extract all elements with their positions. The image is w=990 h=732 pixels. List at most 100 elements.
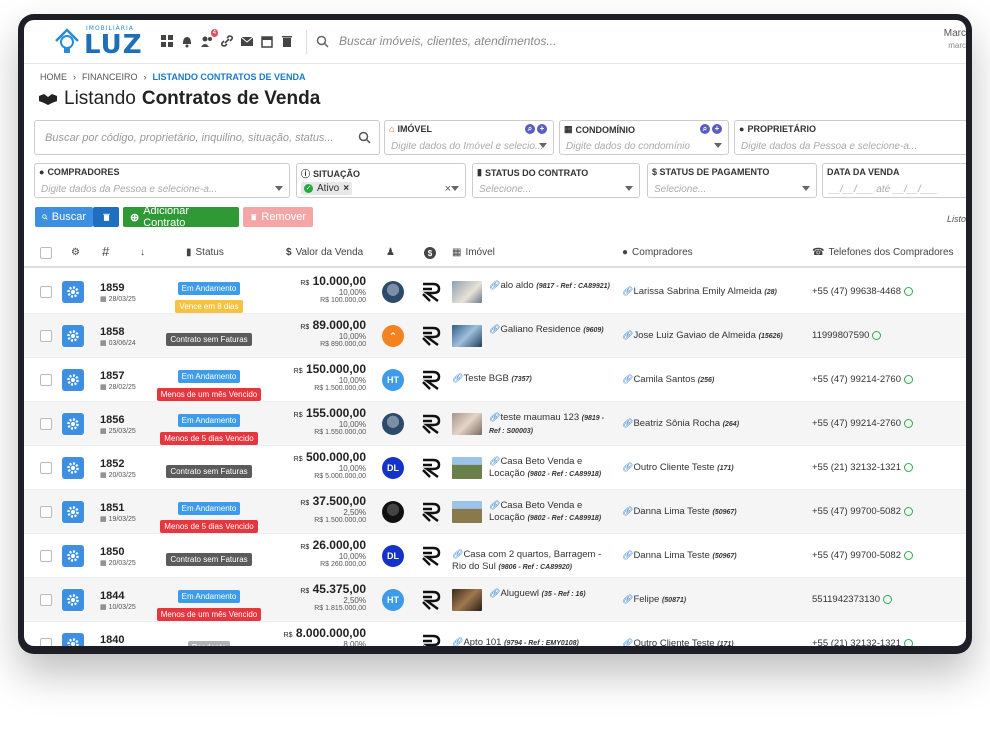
calendar-icon[interactable] xyxy=(260,34,274,48)
property-name[interactable]: teste maumau 123 xyxy=(500,412,579,423)
dashboard-icon[interactable] xyxy=(160,34,174,48)
row-settings-button[interactable] xyxy=(62,325,84,347)
contract-id[interactable]: 1857 xyxy=(100,370,136,382)
clear-filters-button[interactable] xyxy=(93,207,119,227)
property-name[interactable]: Apto 101 xyxy=(463,637,501,646)
search-icon[interactable]: ⌕ xyxy=(525,124,535,134)
agent-avatar[interactable]: DL xyxy=(382,457,404,479)
remove-button[interactable]: Remover xyxy=(243,207,313,227)
buyer-phone[interactable]: +55 (21) 32132-1321 xyxy=(812,638,901,646)
column-compradores[interactable]: Compradores xyxy=(632,247,693,258)
row-checkbox[interactable] xyxy=(40,286,52,298)
row-checkbox[interactable] xyxy=(40,330,52,342)
buyer-phone[interactable]: 11999807590 xyxy=(812,330,869,341)
trash-icon[interactable] xyxy=(280,34,294,48)
property-name[interactable]: Aluguewl xyxy=(500,588,539,599)
plus-icon[interactable]: + xyxy=(537,124,547,134)
whatsapp-icon[interactable] xyxy=(904,551,914,560)
search-icon[interactable]: ⌕ xyxy=(700,124,710,134)
table-row[interactable]: 1851 ▦ 19/03/25 Em Andamento Menos de 5 … xyxy=(24,490,966,534)
row-checkbox[interactable] xyxy=(40,418,52,430)
chevron-down-icon[interactable] xyxy=(539,143,547,148)
row-checkbox[interactable] xyxy=(40,550,52,562)
chevron-down-icon[interactable] xyxy=(625,186,633,191)
buyer-name[interactable]: Outro Cliente Teste xyxy=(633,462,714,473)
table-row[interactable]: 1844 ▦ 10/03/25 Em Andamento Menos de um… xyxy=(24,578,966,622)
whatsapp-icon[interactable] xyxy=(904,287,914,296)
row-settings-button[interactable] xyxy=(62,369,84,391)
property-name[interactable]: Galiano Residence xyxy=(500,324,580,335)
property-thumbnail[interactable] xyxy=(452,501,482,523)
chevron-down-icon[interactable] xyxy=(802,186,810,191)
column-telefones[interactable]: Telefones dos Compradores xyxy=(828,247,953,258)
bell-icon[interactable] xyxy=(180,34,194,48)
property-thumbnail[interactable] xyxy=(452,413,482,435)
whatsapp-icon[interactable] xyxy=(904,507,914,516)
imovel-filter[interactable]: ⌂ IMÓVEL ⌕ + Digite dados do Imóvel e sele… xyxy=(384,120,554,155)
property-thumbnail[interactable] xyxy=(452,325,482,347)
whatsapp-icon[interactable] xyxy=(904,463,914,472)
buyer-name[interactable]: Danna Lima Teste xyxy=(633,550,709,561)
buyer-phone[interactable]: +55 (47) 99214-2760 xyxy=(812,418,901,429)
column-imovel[interactable]: Imóvel xyxy=(465,247,494,258)
sort-icon[interactable]: ↓ xyxy=(140,247,145,258)
close-icon[interactable]: × xyxy=(343,183,349,194)
property-thumbnail[interactable] xyxy=(452,281,482,303)
logo[interactable]: IMOBILIÁRIA LUZ xyxy=(48,24,142,60)
column-status[interactable]: Status xyxy=(196,247,224,258)
table-row[interactable]: 1859 ▦ 28/03/25 Em Andamento Vence em 8 … xyxy=(24,270,966,314)
breadcrumb-financeiro[interactable]: FINANCEIRO xyxy=(82,72,138,82)
global-search[interactable]: Buscar imóveis, clientes, atendimentos..… xyxy=(316,34,556,48)
row-checkbox[interactable] xyxy=(40,462,52,474)
agent-avatar[interactable]: HT xyxy=(382,369,404,391)
agent-avatar[interactable]: HT xyxy=(382,589,404,611)
row-settings-button[interactable] xyxy=(62,545,84,567)
property-thumbnail[interactable] xyxy=(452,457,482,479)
plus-icon[interactable]: + xyxy=(712,124,722,134)
users-icon[interactable]: 4 xyxy=(200,29,218,48)
row-checkbox[interactable] xyxy=(40,506,52,518)
agent-avatar[interactable] xyxy=(382,501,404,523)
main-search-input[interactable]: Buscar por código, proprietário, inquili… xyxy=(34,120,380,155)
condominio-filter[interactable]: ▦ CONDOMÍNIO ⌕ + Digite dados do condomíni… xyxy=(559,120,729,155)
buyer-phone[interactable]: +55 (21) 32132-1321 xyxy=(812,462,901,473)
row-checkbox[interactable] xyxy=(40,374,52,386)
row-settings-button[interactable] xyxy=(62,501,84,523)
row-settings-button[interactable] xyxy=(62,589,84,611)
contract-id[interactable]: 1850 xyxy=(100,546,136,558)
row-settings-button[interactable] xyxy=(62,281,84,303)
search-icon[interactable] xyxy=(358,131,371,144)
buyer-phone[interactable]: +55 (47) 99638-4468 xyxy=(812,286,901,297)
buyer-phone[interactable]: 5511942373130 xyxy=(812,594,880,605)
contract-id[interactable]: 1859 xyxy=(100,282,136,294)
contract-id[interactable]: 1852 xyxy=(100,458,136,470)
buyer-name[interactable]: Felipe xyxy=(633,594,659,605)
buyer-phone[interactable]: +55 (47) 99700-5082 xyxy=(812,550,901,561)
whatsapp-icon[interactable] xyxy=(882,595,892,604)
buyer-name[interactable]: Jose Luiz Gaviao de Almeida xyxy=(633,330,756,341)
situacao-chip[interactable]: ✓ Ativo × xyxy=(301,182,353,195)
agent-avatar[interactable] xyxy=(382,413,404,435)
data-venda-filter[interactable]: DATA DA VENDA __/__/___ até __/__/___ xyxy=(822,163,966,198)
property-thumbnail[interactable] xyxy=(452,589,482,611)
agent-avatar[interactable]: ⌃ xyxy=(382,325,404,347)
breadcrumb-home[interactable]: HOME xyxy=(40,72,67,82)
contract-id[interactable]: 1851 xyxy=(100,502,136,514)
agent-avatar[interactable] xyxy=(382,281,404,303)
table-row[interactable]: 1858 ▦ 03/06/24 Contrato sem Faturas R$ … xyxy=(24,314,966,358)
row-settings-button[interactable] xyxy=(62,633,84,646)
property-name[interactable]: Teste BGB xyxy=(463,373,508,384)
status-contrato-filter[interactable]: ▮ STATUS DO CONTRATO Selecione... xyxy=(472,163,640,198)
whatsapp-icon[interactable] xyxy=(872,331,882,340)
chevron-down-icon[interactable] xyxy=(714,143,722,148)
whatsapp-icon[interactable] xyxy=(904,419,914,428)
select-all-checkbox[interactable] xyxy=(40,247,52,259)
agent-avatar[interactable]: DL xyxy=(382,545,404,567)
user-menu[interactable]: Marc marc xyxy=(944,28,966,52)
table-row[interactable]: 1852 ▦ 20/03/25 Contrato sem Faturas R$ … xyxy=(24,446,966,490)
link-icon[interactable] xyxy=(220,34,234,48)
buyer-name[interactable]: Camila Santos xyxy=(633,374,695,385)
contract-id[interactable]: 1840 xyxy=(100,634,136,646)
agent-avatar[interactable] xyxy=(382,633,404,646)
contract-id[interactable]: 1844 xyxy=(100,590,136,602)
